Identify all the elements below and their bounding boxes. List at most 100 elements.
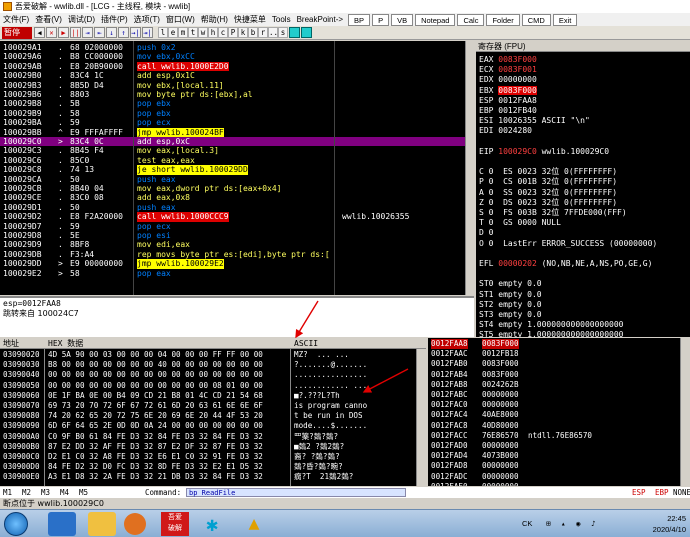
- disasm-row[interactable]: 100029C8. 74 13 je short wwlib.100029DD: [0, 165, 474, 175]
- quick-notepad-button[interactable]: Notepad: [415, 13, 456, 26]
- quick-vb-button[interactable]: VB: [391, 13, 414, 26]
- window-m-button[interactable]: m: [178, 27, 188, 38]
- dump-scrollbar[interactable]: [416, 349, 426, 486]
- disasm-row[interactable]: 100029D1. 50 push eax: [0, 203, 474, 212]
- help-icon[interactable]: [301, 27, 312, 38]
- stack-row[interactable]: 0012FAD0 00000000: [428, 441, 690, 451]
- window-c-button[interactable]: c: [218, 27, 228, 38]
- disasm-row[interactable]: 100029A6. B8 CC000000 mov ebx,0xCC: [0, 52, 474, 61]
- register-row[interactable]: C 0 ES 0023 32位 0(FFFFFFFF): [479, 167, 617, 177]
- register-row[interactable]: ST3 empty 0.0: [479, 310, 542, 320]
- register-row[interactable]: ESP 0012FAA8: [479, 96, 537, 106]
- window-h-button[interactable]: h: [208, 27, 218, 38]
- register-row[interactable]: EFL 00000202 (NO,NB,NE,A,NS,PO,GE,G): [479, 259, 652, 269]
- open-icon[interactable]: ◀: [34, 27, 45, 38]
- register-row[interactable]: ST0 empty 0.0: [479, 279, 542, 289]
- menu-help[interactable]: 帮助(H): [198, 14, 231, 25]
- register-row[interactable]: EDI 0024280: [479, 126, 532, 136]
- disasm-row[interactable]: 100029B8. 5B pop ebx: [0, 99, 474, 108]
- esp-button[interactable]: ESP: [632, 487, 646, 498]
- stack-row[interactable]: 0012FAA8 0083F000: [428, 339, 690, 350]
- window-t-button[interactable]: t: [188, 27, 198, 38]
- menu-options[interactable]: 选项(T): [131, 14, 163, 25]
- warning-icon[interactable]: ▲: [240, 512, 268, 536]
- dump-row[interactable]: 030900A0 C0 9F B0 61 84 FE D3 32 84 FE D3…: [0, 432, 426, 442]
- stack-row[interactable]: 0012FAD4 4073B000: [428, 451, 690, 461]
- disasm-row[interactable]: 100029B0. 83C4 1C add esp,0x1C: [0, 71, 474, 80]
- dump-row[interactable]: 03090040 00 00 00 00 00 00 00 00 00 00 00…: [0, 370, 426, 380]
- disassembly-scrollbar[interactable]: [465, 41, 474, 295]
- register-row[interactable]: ST2 empty 0.0: [479, 300, 542, 310]
- start-button[interactable]: [4, 512, 28, 536]
- window-p-button[interactable]: P: [228, 27, 238, 38]
- register-row[interactable]: ECX 0083F001: [479, 65, 537, 75]
- quick-cmd-button[interactable]: CMD: [521, 13, 551, 26]
- disasm-row[interactable]: 100029DD > E9 00000000 jmp wwlib.100029E2: [0, 259, 474, 269]
- register-row[interactable]: ESI 10026355 ASCII "\n": [479, 116, 590, 126]
- window-w-button[interactable]: w: [198, 27, 208, 38]
- stack-row[interactable]: 0012FABC 00000000: [428, 390, 690, 400]
- none-button[interactable]: NONE: [673, 487, 690, 498]
- stack-row[interactable]: 0012FAE0 00000000: [428, 482, 690, 486]
- menu-file[interactable]: 文件(F): [0, 14, 32, 25]
- window-e-button[interactable]: e: [168, 27, 178, 38]
- ime-indicator[interactable]: CK: [522, 519, 532, 528]
- window-more-button[interactable]: ...: [268, 27, 283, 38]
- menu-tools[interactable]: Tools: [269, 15, 294, 24]
- dump-row[interactable]: 03090090 6D 6F 64 65 2E 0D 0D 0A 24 00 00…: [0, 421, 426, 431]
- window-k-button[interactable]: k: [238, 27, 248, 38]
- dump-row[interactable]: 03090060 0E 1F BA 0E 00 B4 09 CD 21 B8 01…: [0, 391, 426, 401]
- dump-row[interactable]: 030900E0 A3 E1 D8 32 2A FE D3 32 21 DB D3…: [0, 472, 426, 482]
- memory-tab-m2[interactable]: M2: [22, 487, 31, 498]
- disasm-row[interactable]: 100029C3. 8B45 F4 mov eax,[local.3]: [0, 146, 474, 155]
- register-row[interactable]: Z 0 DS 0023 32位 0(FFFFFFFF): [479, 198, 617, 208]
- registers-pane[interactable]: 寄存器 (FPU) EAX 0083F000 ECX 0083F001 EDX 00…: [476, 41, 690, 337]
- disasm-row[interactable]: 100029C0 >83C4 0C add esp,0xC: [0, 137, 474, 147]
- dump-row[interactable]: 03090080 74 20 62 65 20 72 75 6E 20 69 6E…: [0, 411, 426, 421]
- disassembly-pane[interactable]: 100029A1. 68 02000000 push 0x2 100029A6. B8 …: [0, 41, 474, 295]
- dump-header-hex[interactable]: HEX 数据: [48, 338, 83, 349]
- register-row[interactable]: O 0 LastErr ERROR_SUCCESS (00000000): [479, 239, 657, 249]
- quick-exit-button[interactable]: Exit: [552, 13, 578, 26]
- goto-icon[interactable]: ⇥|: [142, 27, 153, 38]
- run-icon[interactable]: ▶: [58, 27, 69, 38]
- disasm-row[interactable]: 100029D2. E8 F2A20000 call wwlib.1000CCC9 w…: [0, 212, 474, 222]
- window-l-button[interactable]: l: [158, 27, 168, 38]
- disasm-row[interactable]: 100029B6. 8803 mov byte ptr ds:[ebx],al: [0, 90, 474, 99]
- memory-tab-m5[interactable]: M5: [79, 487, 88, 498]
- execute-till-return-icon[interactable]: →|: [130, 27, 141, 38]
- dump-header-address[interactable]: 地址: [3, 338, 19, 349]
- disasm-row[interactable]: 100029A1. 68 02000000 push 0x2: [0, 43, 474, 52]
- stack-row[interactable]: 0012FAC8 40D80000: [428, 421, 690, 431]
- register-row[interactable]: A 0 SS 0023 32位 0(FFFFFFFF): [479, 188, 617, 198]
- stack-row[interactable]: 0012FADC 00000000: [428, 472, 690, 482]
- stack-row[interactable]: 0012FAC0 00000000: [428, 400, 690, 410]
- register-row[interactable]: EDX 00000000: [479, 75, 537, 85]
- menu-debug[interactable]: 调试(D): [65, 14, 98, 25]
- stack-row[interactable]: 0012FAAC 0012FB18: [428, 349, 690, 359]
- menu-plugins[interactable]: 插件(P): [98, 14, 131, 25]
- stack-pane[interactable]: 0012FAA8 0083F000 0012FAAC 0012FB18 0012FAB0…: [428, 338, 690, 486]
- stack-row[interactable]: 0012FAB0 0083F000: [428, 359, 690, 369]
- settings-icon[interactable]: [289, 27, 300, 38]
- quick-folder-button[interactable]: Folder: [486, 13, 520, 26]
- disasm-row[interactable]: 100029CB. 8B40 04 mov eax,dword ptr ds:[ea…: [0, 184, 474, 193]
- disasm-row[interactable]: 100029DB. F3:A4 rep movs byte ptr es:[edi]…: [0, 250, 474, 259]
- register-row[interactable]: EAX 0083F000: [479, 55, 537, 65]
- dump-row[interactable]: 03090030 B8 00 00 00 00 00 00 00 40 00 00…: [0, 360, 426, 370]
- memory-tab-m3[interactable]: M3: [41, 487, 50, 498]
- dump-row[interactable]: 03090050 00 00 00 00 00 00 00 00 00 00 00…: [0, 381, 426, 391]
- register-row[interactable]: D 0: [479, 228, 493, 238]
- register-row[interactable]: ST4 empty 1.000000000000000000: [479, 320, 624, 330]
- media-player-icon[interactable]: [124, 513, 146, 535]
- dump-row[interactable]: 03090070 69 73 20 70 72 6F 67 72 61 6D 20…: [0, 401, 426, 411]
- register-row[interactable]: S 0 FS 003B 32位 7FFDE000(FFF): [479, 208, 627, 218]
- quick-calc-button[interactable]: Calc: [457, 13, 485, 26]
- quick-bp-button[interactable]: BP: [348, 13, 371, 26]
- window-s-button[interactable]: s: [278, 27, 288, 38]
- register-row[interactable]: EBX 0083F000: [479, 85, 537, 96]
- window-r-button[interactable]: r: [258, 27, 268, 38]
- menu-view[interactable]: 查看(V): [32, 14, 65, 25]
- stack-row[interactable]: 0012FAB4 0083F000: [428, 370, 690, 380]
- disasm-row[interactable]: 100029D7. 59 pop ecx: [0, 222, 474, 231]
